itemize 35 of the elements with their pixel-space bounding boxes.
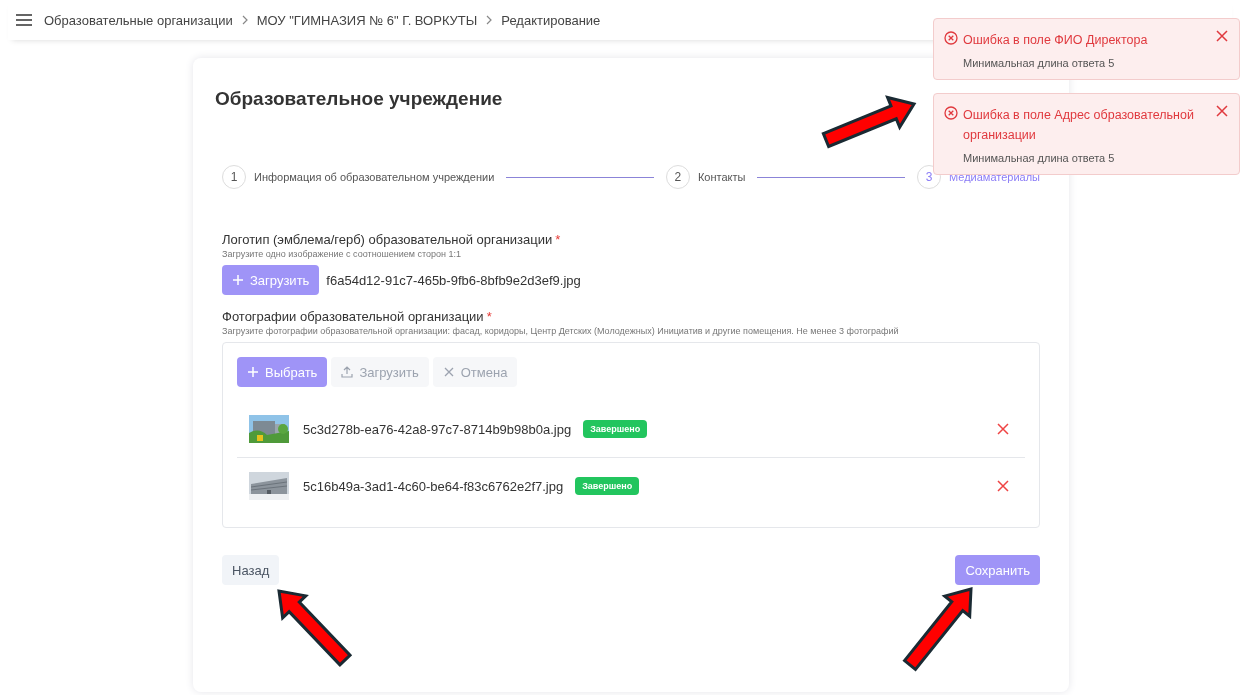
chevron-icon bbox=[240, 15, 249, 25]
step-label[interactable]: Контакты bbox=[697, 171, 746, 183]
file-name: 5c16b49a-3ad1-4c60-be64-f83c6762e2f7.jpg bbox=[303, 478, 564, 494]
field-hint: Загрузите одно изображение с соотношением сторон 1:1 bbox=[222, 249, 463, 259]
card-title: Образовательное учреждение bbox=[215, 88, 504, 110]
toast-title: Ошибка в поле ФИО Директора bbox=[963, 32, 1149, 49]
required-mark: * bbox=[486, 309, 492, 324]
field-hint: Загрузите фотографии образовательной организации: фасад, коридоры, Центр Детских (Молодежных) Инициатив и другие помещения. Не менее 3 фотографий bbox=[222, 326, 900, 336]
remove-icon[interactable] bbox=[997, 480, 1009, 492]
close-icon[interactable] bbox=[1216, 105, 1228, 117]
plus-icon bbox=[232, 274, 244, 286]
menu-icon[interactable] bbox=[16, 14, 32, 26]
file-name: f6a54d12-91c7-465b-9fb6-8bfb9e2d3ef9.jpg bbox=[326, 272, 581, 288]
status-badge: Завершено bbox=[575, 477, 640, 495]
field-label: Логотип (эмблема/герб) образовательной организации bbox=[222, 232, 553, 247]
remove-icon[interactable] bbox=[997, 423, 1009, 435]
back-button[interactable]: Назад bbox=[222, 555, 280, 585]
step-label[interactable]: Медиаматериалы bbox=[949, 171, 1040, 183]
error-icon bbox=[944, 106, 958, 120]
close-icon[interactable] bbox=[1216, 30, 1228, 42]
required-mark: * bbox=[555, 232, 561, 247]
file-name: 5c3d278b-ea76-42a8-97c7-8714b9b98b0a.jpg bbox=[303, 421, 572, 437]
status-badge: Завершено bbox=[583, 420, 648, 438]
toast-message: Минимальная длина ответа 5 bbox=[963, 57, 1116, 69]
chevron-icon bbox=[485, 15, 494, 25]
field-label: Фотографии образовательной организации bbox=[222, 309, 484, 324]
toast-title: Ошибка в поле Адрес образовательной организации bbox=[963, 107, 1195, 144]
breadcrumb-link[interactable]: Образовательные организации bbox=[44, 12, 233, 28]
breadcrumb-link[interactable]: МОУ "ГИМНАЗИЯ № 6" Г. ВОРКУТЫ bbox=[256, 12, 478, 28]
close-icon bbox=[442, 366, 455, 378]
plus-icon bbox=[247, 366, 259, 378]
step-label[interactable]: Информация об образовательном учреждении bbox=[254, 171, 495, 183]
upload-icon bbox=[341, 366, 354, 378]
toast-message: Минимальная длина ответа 5 bbox=[963, 152, 1116, 164]
error-icon bbox=[944, 31, 958, 45]
